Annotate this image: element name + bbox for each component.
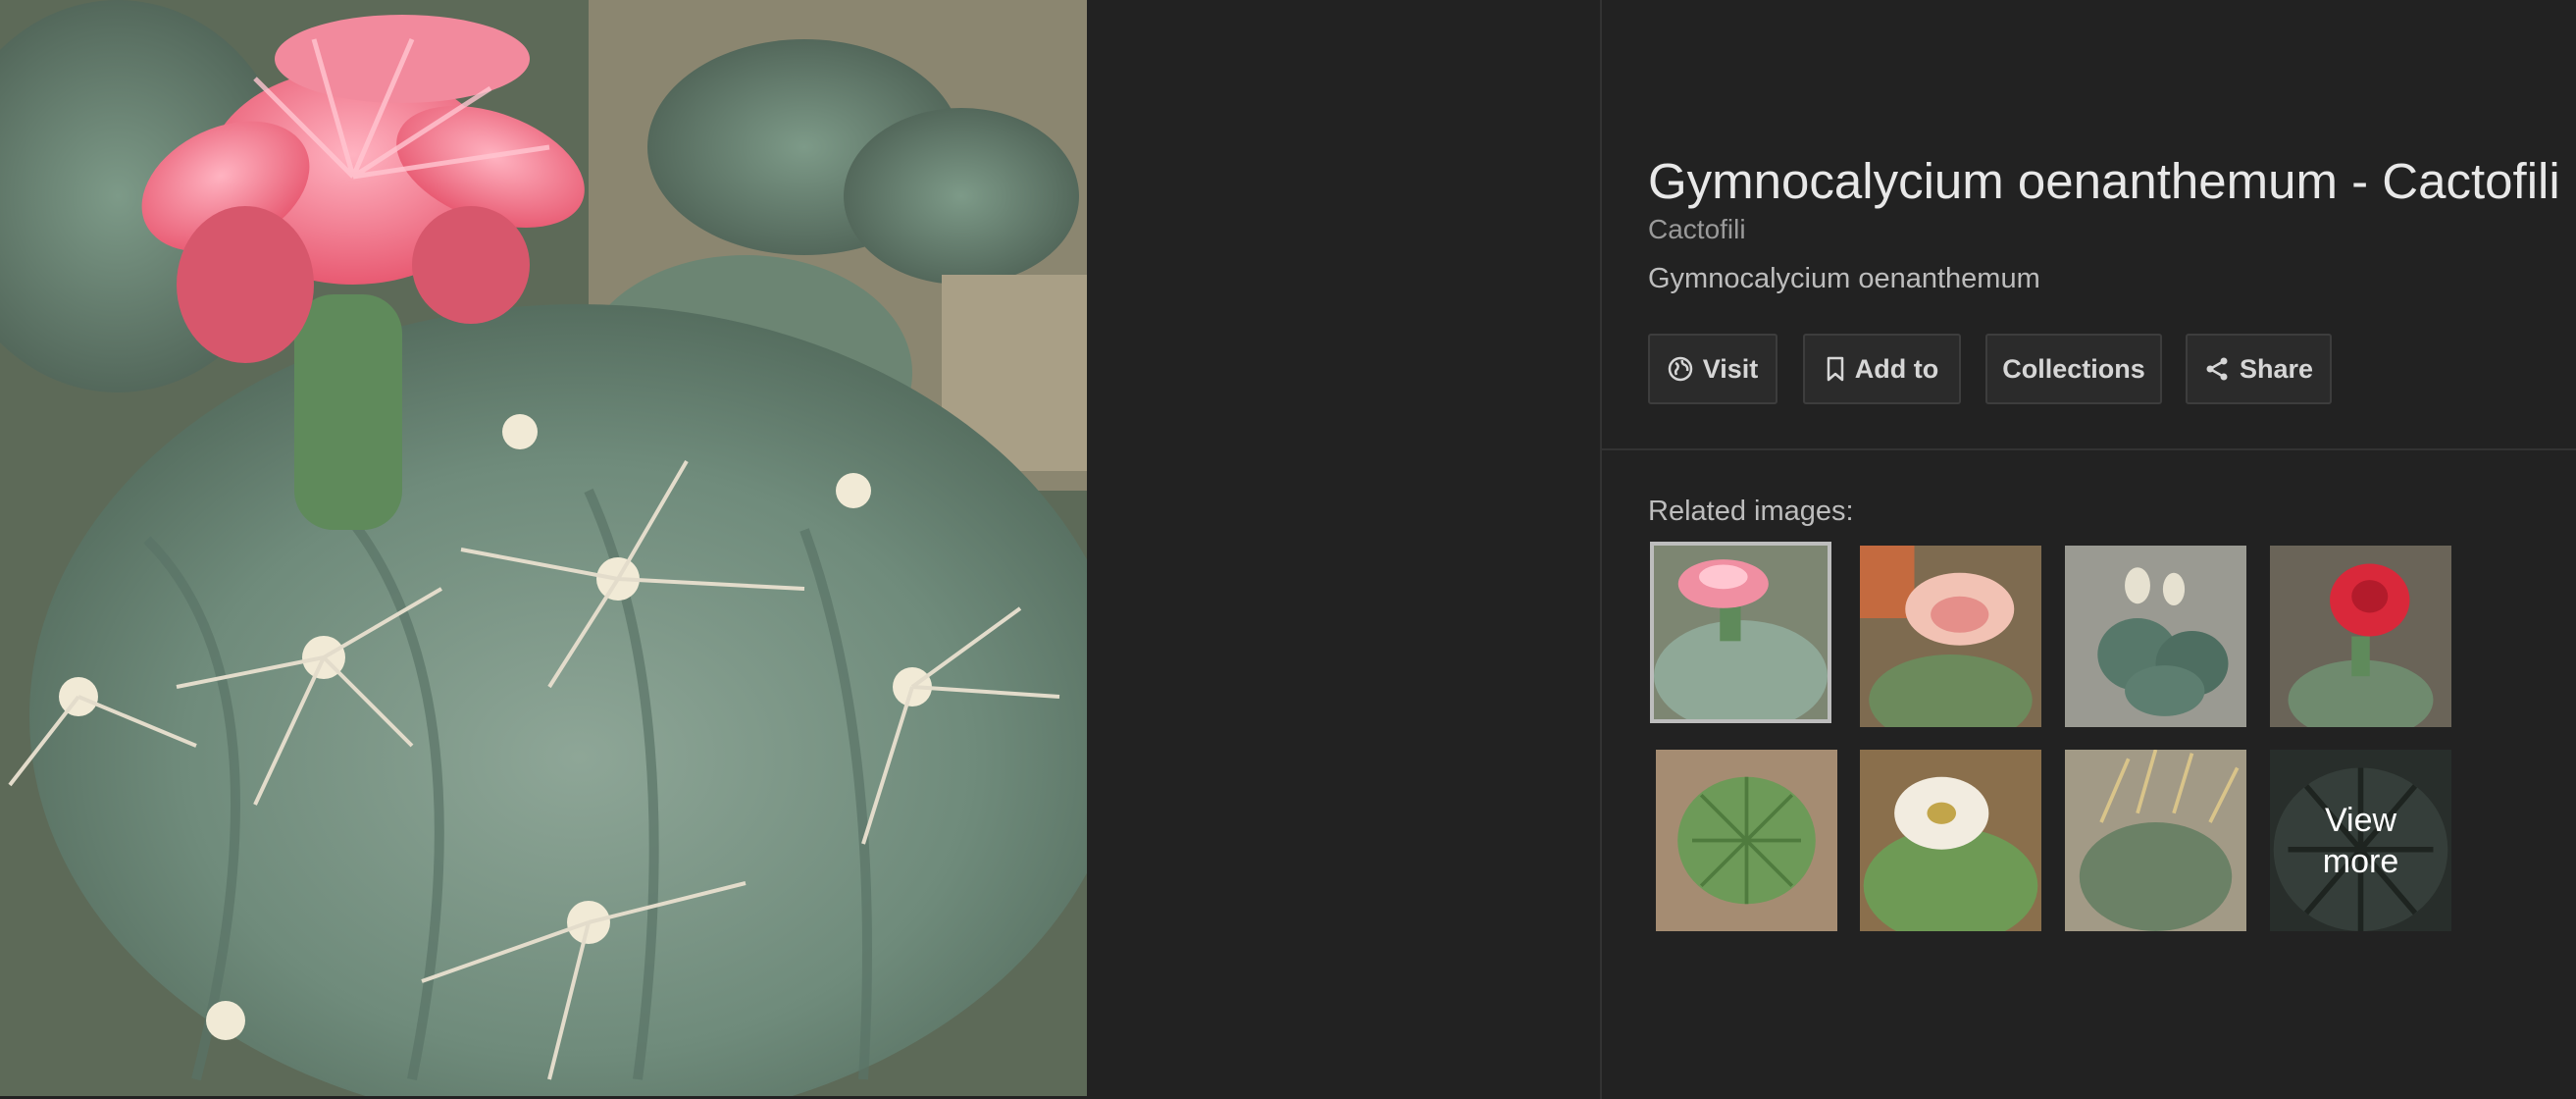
- globe-icon: [1668, 356, 1693, 382]
- view-more-button[interactable]: View more: [2270, 750, 2451, 931]
- view-more-label: View more: [2270, 750, 2451, 931]
- share-icon: [2204, 356, 2230, 382]
- panel-divider: [1600, 0, 1602, 1099]
- visit-button[interactable]: Visit: [1648, 334, 1777, 404]
- image-detail-page: Gymnocalycium oenanthemum - Cactofili Ca…: [0, 0, 2576, 1099]
- related-image-1[interactable]: [1650, 542, 1831, 723]
- bookmark-icon: [1826, 356, 1845, 382]
- add-to-button-label: Add to: [1854, 353, 1939, 384]
- related-images-label: Related images:: [1648, 496, 1854, 527]
- related-image-7[interactable]: [2065, 750, 2246, 931]
- image-title[interactable]: Gymnocalycium oenanthemum - Cactofili: [1648, 152, 2560, 210]
- add-to-button[interactable]: Add to: [1803, 334, 1961, 404]
- share-button[interactable]: Share: [2186, 334, 2332, 404]
- related-image-6[interactable]: [1860, 750, 2041, 931]
- related-image-5[interactable]: [1656, 750, 1837, 931]
- share-button-label: Share: [2239, 353, 2314, 384]
- main-cactus-image[interactable]: [0, 0, 1087, 1096]
- collections-button[interactable]: Collections: [1985, 334, 2162, 404]
- image-source[interactable]: Cactofili: [1648, 214, 1746, 245]
- section-divider: [1602, 448, 2576, 450]
- collections-button-label: Collections: [2002, 353, 2145, 384]
- related-image-3[interactable]: [2065, 546, 2246, 727]
- visit-button-label: Visit: [1702, 353, 1759, 384]
- related-image-4[interactable]: [2270, 546, 2451, 727]
- image-description: Gymnocalycium oenanthemum: [1648, 263, 2040, 294]
- related-image-2[interactable]: [1860, 546, 2041, 727]
